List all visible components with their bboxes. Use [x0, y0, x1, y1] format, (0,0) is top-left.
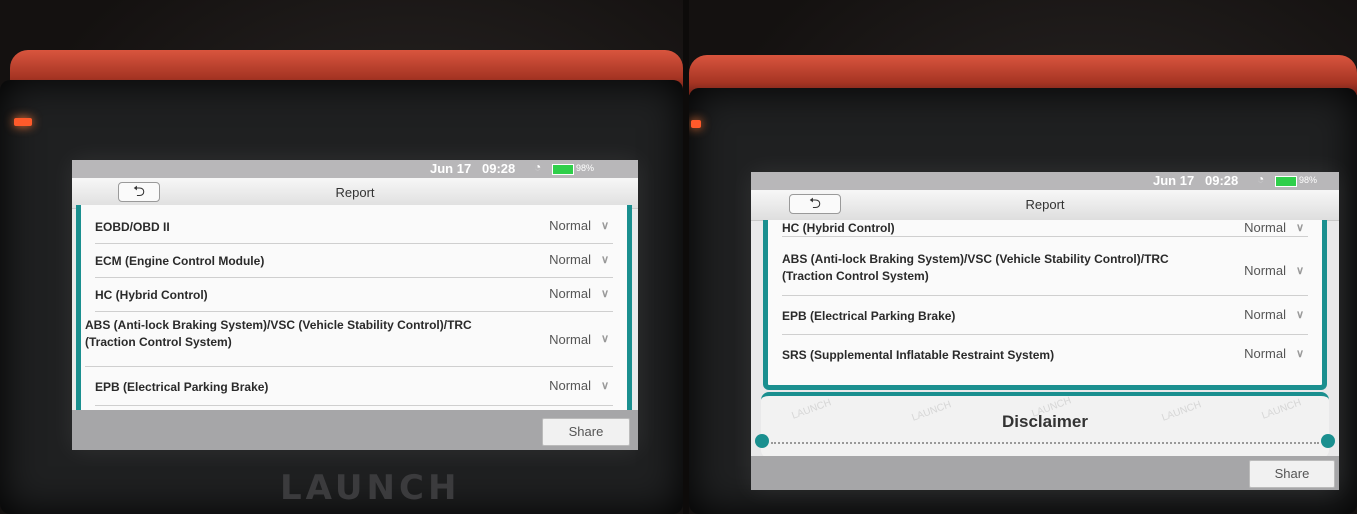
battery-percent: 98%	[576, 163, 595, 173]
system-name: EPB (Electrical Parking Brake)	[782, 309, 956, 323]
footer-bar: Share	[751, 456, 1339, 490]
system-status: Normal	[549, 286, 591, 301]
status-bar: Jun 17 09:28 ◔ 98%	[72, 160, 638, 178]
chevron-down-icon[interactable]: ∨	[601, 253, 609, 266]
list-item[interactable]: SRS (Supplemental Inflatable Restraint S…	[782, 335, 1308, 373]
chevron-down-icon[interactable]: ∨	[601, 287, 609, 300]
system-name: EPB (Electrical Parking Brake)	[95, 380, 269, 394]
left-photo: LAUNCH Jun 17 09:28 ◔ 98% ⮌ Report EOBD/…	[0, 0, 683, 514]
brand-logo: LAUNCH	[280, 468, 461, 508]
dotted-divider	[771, 442, 1319, 444]
system-name: SRS (Supplemental Inflatable Restraint S…	[782, 348, 1055, 362]
page-title: Report	[1025, 197, 1065, 212]
device-screen: Jun 17 09:28 ◔ 98% ⮌ Report EOBD/OBD II …	[72, 160, 638, 450]
disclaimer-title: Disclaimer	[1002, 412, 1088, 431]
title-bar: ⮌ Report	[751, 190, 1339, 221]
chevron-down-icon[interactable]: ∨	[601, 332, 609, 345]
battery-icon	[552, 164, 574, 175]
list-item[interactable]: EPB (Electrical Parking Brake) Normal ∨	[782, 296, 1308, 335]
status-bar: Jun 17 09:28 ◔ 98%	[751, 172, 1339, 190]
system-name: HC (Hybrid Control)	[782, 221, 895, 235]
divider-knob	[1321, 434, 1335, 448]
list-item[interactable]: ABS (Anti-lock Braking System)/VSC (Vehi…	[782, 237, 1308, 296]
list-item[interactable]: HC (Hybrid Control) Normal ∨	[95, 278, 613, 312]
system-status: Normal	[549, 332, 591, 347]
list-item[interactable]: ECM (Engine Control Module) Normal ∨	[95, 244, 613, 278]
chevron-down-icon[interactable]: ∨	[1296, 308, 1304, 321]
divider-knob	[755, 434, 769, 448]
system-status: Normal	[549, 252, 591, 267]
list-item[interactable]: HC (Hybrid Control) Normal ∨	[782, 220, 1308, 237]
right-photo: Jun 17 09:28 ◔ 98% ⮌ Report HC (Hybrid C…	[689, 0, 1357, 514]
list-item[interactable]: EPB (Electrical Parking Brake) Normal ∨	[95, 367, 613, 406]
system-name: EOBD/OBD II	[95, 220, 170, 234]
status-date: Jun 17	[430, 161, 472, 176]
list-item[interactable]: ABS (Anti-lock Braking System)/VSC (Vehi…	[85, 312, 613, 367]
status-time: 09:28	[482, 161, 516, 176]
report-list[interactable]: EOBD/OBD II Normal ∨ ECM (Engine Control…	[76, 205, 632, 410]
disclaimer-panel: LAUNCH LAUNCH LAUNCH LAUNCH LAUNCH Discl…	[755, 392, 1335, 458]
share-button[interactable]: Share	[1249, 460, 1335, 488]
system-name: HC (Hybrid Control)	[95, 288, 208, 302]
device-screen: Jun 17 09:28 ◔ 98% ⮌ Report HC (Hybrid C…	[751, 172, 1339, 490]
footer-bar: Share	[72, 410, 638, 450]
share-button[interactable]: Share	[542, 418, 630, 446]
report-list[interactable]: HC (Hybrid Control) Normal ∨ ABS (Anti-l…	[763, 220, 1327, 390]
status-time: 09:28	[1205, 173, 1239, 188]
system-status: Normal	[1244, 346, 1286, 361]
system-name: ABS (Anti-lock Braking System)/VSC (Vehi…	[85, 318, 472, 349]
system-status: Normal	[1244, 307, 1286, 322]
chevron-down-icon[interactable]: ∨	[1296, 264, 1304, 277]
chevron-down-icon[interactable]: ∨	[1296, 347, 1304, 360]
system-status: Normal	[1244, 220, 1286, 235]
page-title: Report	[335, 185, 375, 200]
battery-icon	[1275, 176, 1297, 187]
list-item[interactable]: EOBD/OBD II Normal ∨	[95, 210, 613, 244]
system-name: ECM (Engine Control Module)	[95, 254, 265, 268]
system-status: Normal	[1244, 263, 1286, 278]
system-status: Normal	[549, 218, 591, 233]
system-name: ABS (Anti-lock Braking System)/VSC (Vehi…	[782, 252, 1169, 283]
power-led	[691, 120, 701, 128]
wifi-icon: ◔	[534, 160, 542, 174]
chevron-down-icon[interactable]: ∨	[1296, 221, 1304, 234]
chevron-down-icon[interactable]: ∨	[601, 219, 609, 232]
battery-percent: 98%	[1299, 175, 1318, 185]
wifi-icon: ◔	[1257, 172, 1265, 186]
status-date: Jun 17	[1153, 173, 1195, 188]
system-status: Normal	[549, 378, 591, 393]
chevron-down-icon[interactable]: ∨	[601, 379, 609, 392]
power-led	[14, 118, 32, 126]
